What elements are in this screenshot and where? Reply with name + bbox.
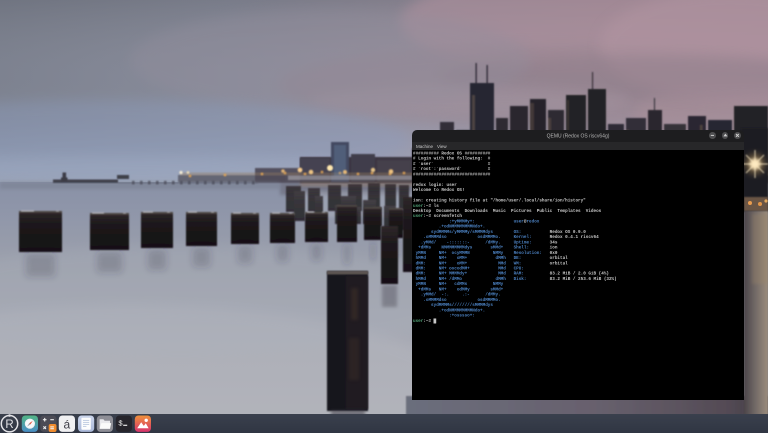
svg-text:$: $ xyxy=(118,420,123,428)
svg-text:á: á xyxy=(64,417,71,431)
svg-text:R: R xyxy=(5,418,13,430)
